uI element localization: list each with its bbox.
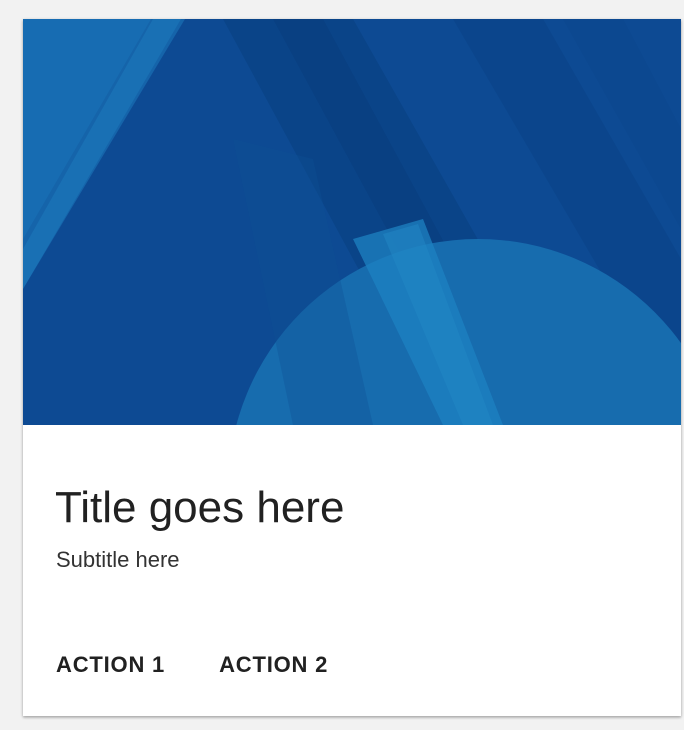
abstract-background-image (23, 19, 681, 425)
card: Title goes here Subtitle here ACTION 1 A… (23, 19, 681, 716)
action-2-button[interactable]: ACTION 2 (208, 643, 339, 687)
card-title: Title goes here (55, 483, 345, 532)
action-1-button[interactable]: ACTION 1 (45, 643, 176, 687)
card-media-image (23, 19, 681, 425)
card-actions: ACTION 1 ACTION 2 (45, 643, 371, 687)
card-subtitle: Subtitle here (56, 547, 180, 572)
